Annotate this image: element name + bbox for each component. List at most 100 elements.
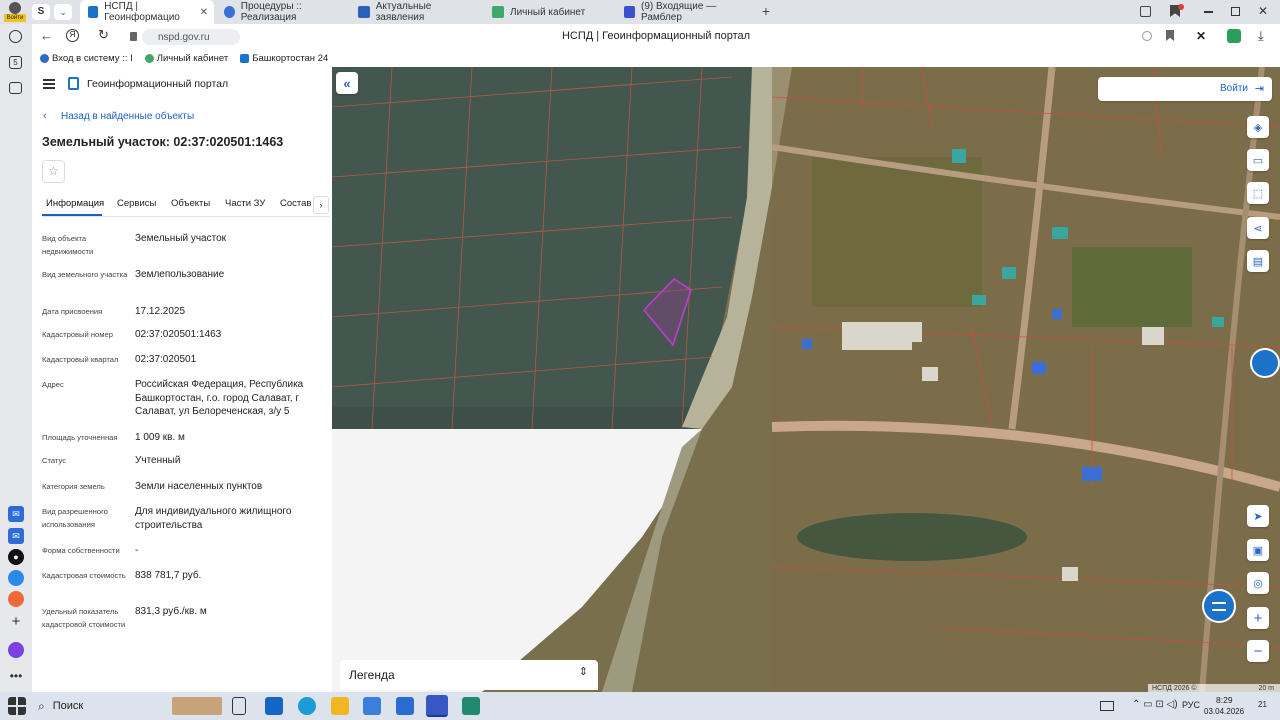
mail-app-icon[interactable]: ✉ bbox=[8, 506, 24, 522]
messenger-icon[interactable]: ● bbox=[8, 549, 24, 565]
tab-cabinet[interactable]: Личный кабинет bbox=[484, 0, 614, 24]
notification-dot bbox=[1178, 4, 1184, 10]
map-view[interactable]: « Войти ⇥ ◈ ▭ ⬚ ⋖ ▤ ➤ ▣ ◎ + − Легенда ⇕ … bbox=[332, 67, 1280, 692]
tab-procedures[interactable]: Процедуры :: Реализация bbox=[216, 0, 348, 24]
clock-time[interactable]: 8:29 bbox=[1216, 695, 1233, 705]
cloud-icon[interactable] bbox=[8, 570, 24, 586]
profile-avatar[interactable]: Войти bbox=[4, 1, 26, 23]
nspd-favicon bbox=[88, 6, 99, 18]
scale-label: 20 m bbox=[1258, 685, 1274, 692]
globe-icon bbox=[40, 54, 49, 63]
tray-icons[interactable]: ⌃ ▭ ⊡ ◁) bbox=[1132, 699, 1178, 710]
attribution-text: НСПД 2026 © bbox=[1152, 685, 1197, 692]
outlook-icon[interactable] bbox=[265, 697, 283, 715]
close-window-icon[interactable]: ✕ bbox=[1258, 4, 1268, 18]
legend-label: Легенда bbox=[349, 668, 395, 682]
object-info-panel: Геоинформационный портал ‹ Назад в найде… bbox=[32, 67, 332, 692]
language-indicator[interactable]: РУС bbox=[1182, 700, 1200, 710]
login-bar[interactable]: Войти ⇥ bbox=[1098, 77, 1272, 101]
mail-favicon bbox=[624, 6, 635, 18]
bookmark-cabinet[interactable]: Личный кабинет bbox=[144, 53, 228, 64]
tab-count-badge[interactable]: 5 bbox=[9, 56, 22, 69]
select-area-icon[interactable]: ⬚ bbox=[1247, 182, 1269, 204]
mail-app-icon-2[interactable]: ✉ bbox=[8, 528, 24, 544]
extension-icon[interactable]: ✕ bbox=[1196, 29, 1210, 43]
tab-services[interactable]: Сервисы bbox=[117, 198, 156, 209]
keyboard-icon[interactable] bbox=[1100, 701, 1114, 711]
portal-title: Геоинформационный портал bbox=[87, 78, 229, 90]
tab-nspd[interactable]: НСПД | Геоинформацио ✕ bbox=[80, 0, 214, 24]
tab-composition[interactable]: Состав bbox=[280, 198, 311, 209]
store-icon[interactable] bbox=[363, 697, 381, 715]
tab-objects[interactable]: Объекты bbox=[171, 198, 210, 209]
add-icon[interactable]: + bbox=[8, 613, 24, 630]
task-view-icon[interactable] bbox=[232, 697, 246, 715]
profile-login-badge: Войти bbox=[4, 14, 26, 22]
zoom-out-button[interactable]: − bbox=[1247, 640, 1269, 662]
portal-logo-icon bbox=[68, 77, 79, 90]
minimize-icon[interactable] bbox=[1204, 11, 1213, 13]
print-icon[interactable]: ▤ bbox=[1247, 250, 1269, 272]
bookmark-login[interactable]: Вход в систему :: I bbox=[40, 53, 133, 64]
layers-icon[interactable]: ◈ bbox=[1247, 116, 1269, 138]
tabs-dropdown-icon[interactable]: ⌄ bbox=[54, 4, 72, 20]
ruler-icon[interactable]: ▭ bbox=[1247, 149, 1269, 171]
search-label: Поиск bbox=[52, 700, 84, 712]
new-tab-button[interactable]: + bbox=[758, 3, 774, 21]
search-icon: ⌕ bbox=[38, 698, 45, 713]
chat-icon bbox=[1212, 601, 1226, 611]
page-title: НСПД | Геоинформационный портал bbox=[561, 30, 751, 42]
vk-icon bbox=[240, 54, 250, 63]
back-link[interactable]: Назад в найденные объекты bbox=[61, 111, 194, 122]
zoom-in-button[interactable]: + bbox=[1247, 607, 1269, 629]
location-pin-icon[interactable]: ◎ bbox=[1247, 572, 1269, 594]
clock-date[interactable]: 03.04.2026 bbox=[1204, 707, 1244, 716]
cabinet-icon bbox=[144, 54, 154, 63]
share-icon[interactable]: ⋖ bbox=[1247, 217, 1269, 239]
document-favicon bbox=[358, 6, 370, 18]
app-l-icon[interactable] bbox=[462, 697, 480, 715]
login-label: Войти bbox=[1220, 83, 1248, 94]
minimap-icon[interactable]: ▣ bbox=[1247, 539, 1269, 561]
edge-icon[interactable] bbox=[298, 697, 316, 715]
collapse-panel-button[interactable]: « bbox=[336, 72, 358, 94]
legend-bar[interactable]: Легенда ⇕ bbox=[340, 660, 598, 690]
restore-icon[interactable] bbox=[1231, 7, 1240, 16]
taskbar: ⌕ Поиск ⌃ ▭ ⊡ ◁) РУС 8:29 03.04.2026 21 bbox=[0, 692, 1280, 720]
favorite-star-button[interactable]: ☆ bbox=[42, 160, 65, 183]
globe-favicon bbox=[224, 6, 235, 18]
explorer-icon[interactable] bbox=[331, 697, 349, 715]
history-icon[interactable] bbox=[9, 30, 22, 43]
tab-rambler-mail[interactable]: (9) Входящие — Рамблер bbox=[616, 0, 750, 24]
attribution-bar: НСПД 2026 © 20 m bbox=[1148, 684, 1280, 692]
tabs-divider bbox=[42, 216, 330, 217]
close-tab-icon[interactable]: ✕ bbox=[200, 7, 208, 18]
cabinet-favicon bbox=[492, 6, 504, 18]
tab-info[interactable]: Информация bbox=[46, 198, 104, 209]
satellite-map[interactable] bbox=[332, 67, 1280, 692]
search-highlight-image bbox=[172, 697, 222, 715]
comments-icon[interactable] bbox=[1142, 31, 1152, 41]
tab-parts[interactable]: Части ЗУ bbox=[225, 198, 265, 209]
yandex-browser-icon[interactable] bbox=[426, 695, 448, 717]
notifications-badge[interactable]: 21 bbox=[1258, 700, 1267, 709]
tabs-overview-icon[interactable] bbox=[1140, 6, 1151, 17]
address-bar: ← Я ↻ nspd.gov.ru НСПД | Геоинформационн… bbox=[32, 24, 1280, 50]
photos-icon[interactable] bbox=[8, 591, 24, 607]
alice-icon[interactable] bbox=[8, 642, 24, 658]
windows-start-icon[interactable] bbox=[8, 697, 26, 715]
chat-button[interactable] bbox=[1202, 589, 1236, 623]
bookmark-bashkortostan[interactable]: Башкортостан 24 bbox=[240, 53, 328, 64]
mail-taskbar-icon[interactable] bbox=[396, 697, 414, 715]
menu-icon[interactable] bbox=[43, 79, 55, 89]
downloads-icon[interactable]: ⤓ bbox=[1258, 28, 1264, 44]
more-icon[interactable]: ••• bbox=[8, 668, 24, 684]
geolocation-icon[interactable]: ➤ bbox=[1247, 505, 1269, 527]
tabs-scroll-right-button[interactable]: › bbox=[313, 196, 329, 214]
tab-applications[interactable]: Актуальные заявления bbox=[350, 0, 480, 24]
screenshot-icon[interactable] bbox=[9, 82, 22, 94]
extension-green-icon[interactable] bbox=[1227, 29, 1241, 43]
back-chevron-icon[interactable]: ‹ bbox=[43, 110, 47, 122]
assistant-icon[interactable] bbox=[1250, 348, 1280, 378]
workspaces-icon[interactable]: S bbox=[32, 4, 50, 20]
